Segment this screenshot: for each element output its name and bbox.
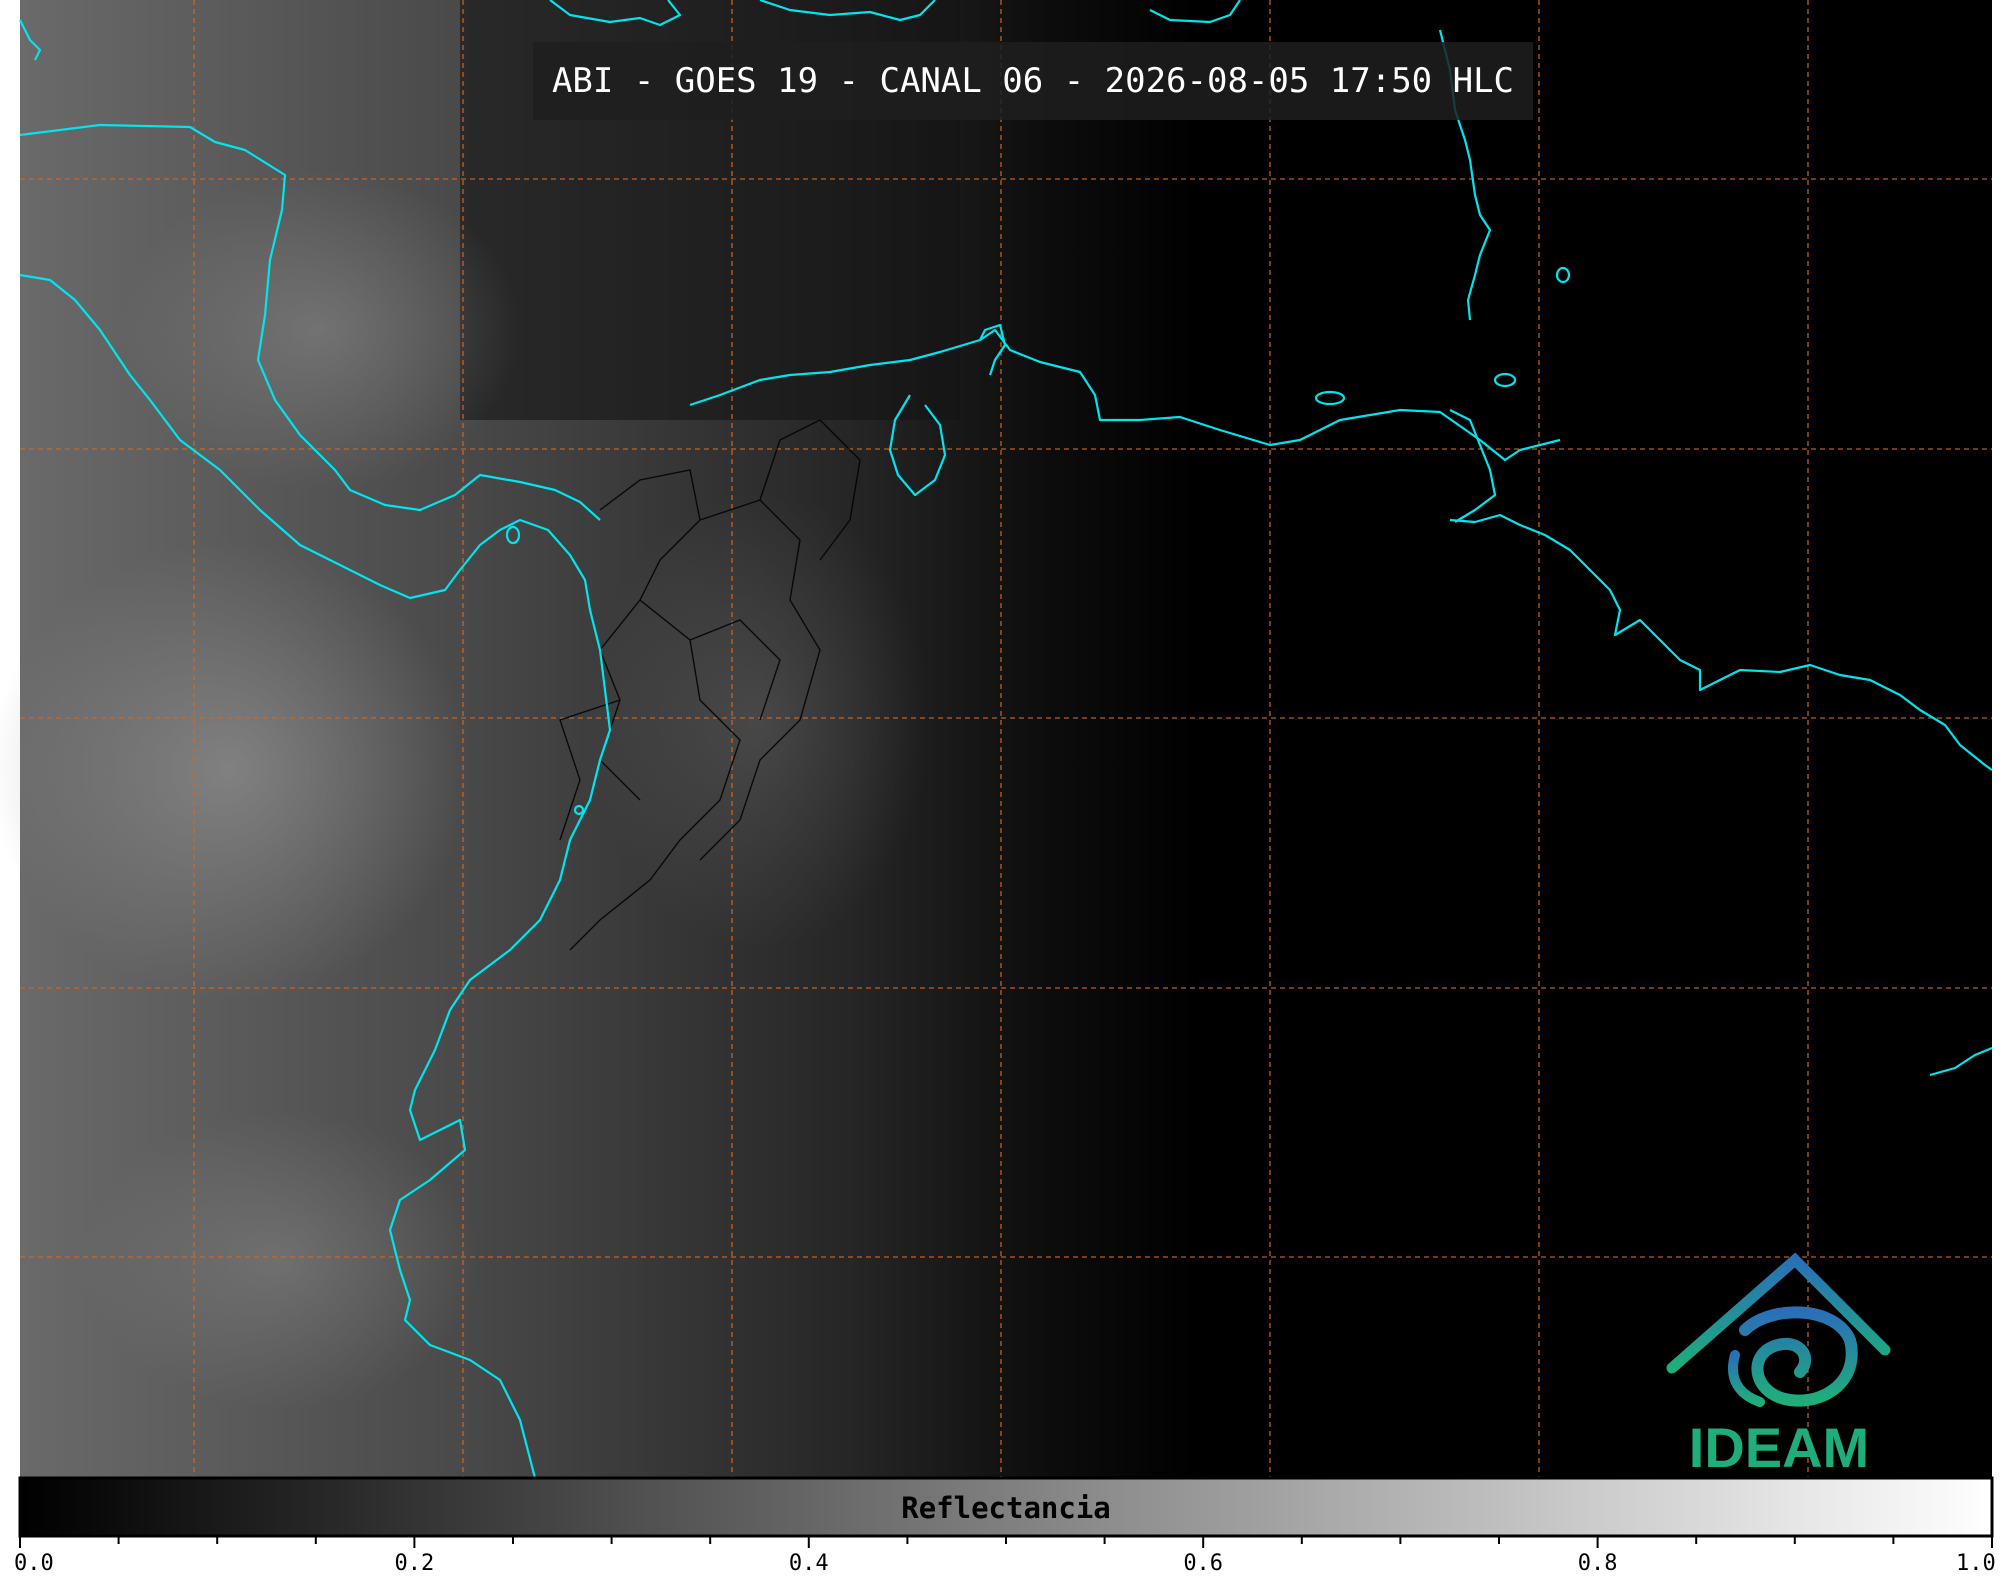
colorbar-tick-label: 0.6 bbox=[1183, 1551, 1224, 1576]
colorbar-tick-label: 0.0 bbox=[14, 1551, 54, 1576]
cloud-mass-northwest bbox=[120, 170, 520, 490]
colorbar-tick-label: 0.4 bbox=[788, 1551, 829, 1576]
cloud-mass-south bbox=[80, 1110, 480, 1410]
colorbar-label: Reflectancia bbox=[901, 1491, 1111, 1525]
colorbar-tick-label: 0.2 bbox=[394, 1551, 435, 1576]
satellite-map bbox=[0, 0, 1994, 1548]
map-title: ABI - GOES 19 - CANAL 06 - 2026-08-05 17… bbox=[551, 61, 1515, 101]
colorbar-tick-label: 0.8 bbox=[1577, 1551, 1618, 1576]
cloud-mass-west bbox=[0, 540, 470, 1000]
ideam-logo-text: IDEAM bbox=[1688, 1416, 1870, 1479]
colorbar-tick-label: 1.0 bbox=[1956, 1551, 1996, 1576]
